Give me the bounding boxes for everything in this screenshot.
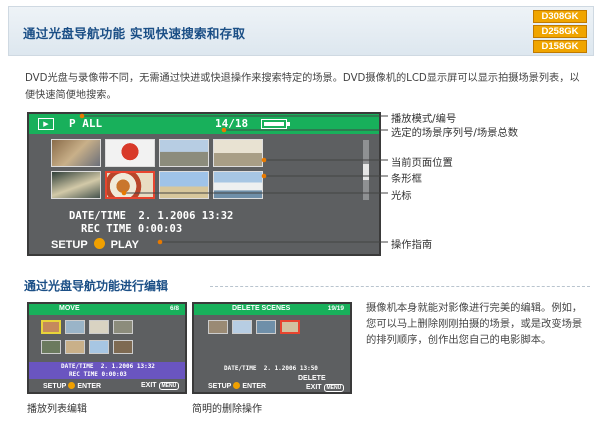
scene-thumbnail <box>89 320 109 334</box>
intro-paragraph: DVD光盘与录像带不同，无需通过快进或快退操作来搜索特定的场景。DVD摄像机的L… <box>25 73 580 101</box>
scene-thumbnail <box>213 171 263 199</box>
model-badge: D308GK <box>533 10 587 23</box>
guide-play-label: PLAY <box>110 239 139 251</box>
playlist-edit-screen: MOVE 6/8 DATE/TIME 2. 1.2006 13:32 REC T… <box>27 302 187 394</box>
scene-counter: 14/18 <box>215 117 249 130</box>
mini-counter: 19/19 <box>327 305 344 312</box>
scene-thumbnail-delete <box>280 320 300 334</box>
scene-thumbnail <box>51 171 101 199</box>
scene-thumbnail <box>159 171 209 199</box>
mini-guide: SETUP ENTER <box>43 382 102 390</box>
mini-date-time: DATE/TIME 2. 1.2006 13:32 <box>61 363 155 370</box>
mini-status-bar: MOVE 6/8 <box>29 304 185 315</box>
mini-mode-label: MOVE <box>59 305 80 312</box>
callout-cursor: 光标 <box>391 190 412 202</box>
scene-thumbnail <box>41 320 61 334</box>
scene-thumbnail <box>65 320 85 334</box>
mini-date-time: DATE/TIME 2. 1.2006 13:50 <box>224 365 318 372</box>
scene-thumbnail <box>65 340 85 354</box>
mini-mode-label: DELETE SCENES <box>232 305 291 312</box>
battery-icon <box>261 119 290 129</box>
rec-time-readout: REC TIME 0:00:03 <box>81 223 183 235</box>
guide-setup-label: SETUP <box>51 239 88 251</box>
scene-thumbnail <box>232 320 252 334</box>
mini-counter: 6/8 <box>169 305 179 312</box>
scene-thumbnail-cursor <box>105 171 155 199</box>
scene-thumbnail <box>41 340 61 354</box>
page-title: 通过光盘导航功能 实现快速搜索和存取 <box>23 26 246 41</box>
scene-thumbnail <box>51 139 101 167</box>
scene-thumbnail <box>113 340 133 354</box>
scene-thumbnail <box>105 139 155 167</box>
lcd-status-bar: ▶ P ALL 14/18 <box>29 114 379 134</box>
section-title: 通过光盘导航功能进行编辑 <box>24 279 169 293</box>
mini-exit: EXIT MENU <box>306 384 345 392</box>
delete-scenes-screen: DELETE SCENES 19/19 DATE/TIME 2. 1.2006 … <box>192 302 352 394</box>
callout-guide: 操作指南 <box>391 239 433 251</box>
model-badge: D258GK <box>533 25 587 38</box>
model-badges: D308GK D258GK D158GK <box>533 10 587 55</box>
page: 通过光盘导航功能 实现快速搜索和存取 D308GK D258GK D158GK … <box>0 0 602 428</box>
date-time-readout: DATE/TIME 2. 1.2006 13:32 <box>69 210 234 222</box>
scene-thumbnail <box>208 320 228 334</box>
caption-playlist-edit: 播放列表编辑 <box>27 404 87 415</box>
play-mode-label: P ALL <box>69 117 103 130</box>
scene-thumbnail <box>113 320 133 334</box>
header-banner: 通过光盘导航功能 实现快速搜索和存取 D308GK D258GK D158GK <box>8 6 594 56</box>
scene-thumbnail <box>89 340 109 354</box>
page-position-scrollbar <box>363 140 369 200</box>
scene-thumbnail <box>213 139 263 167</box>
section-paragraph: 摄像机本身就能对影像进行完美的编辑。例如，您可以马上删除刚刚拍摄的场景，或是改变… <box>366 302 583 346</box>
scene-thumbnail <box>159 139 209 167</box>
mini-guide: SETUP ENTER <box>208 382 267 390</box>
mini-exit: EXIT MENU <box>141 382 180 390</box>
joystick-icon <box>93 238 105 249</box>
scene-thumbnail <box>256 320 276 334</box>
mini-status-bar: DELETE SCENES 19/19 <box>194 304 350 315</box>
operation-guide: SETUP PLAY <box>51 238 139 251</box>
mini-delete-label: DELETE <box>298 375 326 382</box>
joystick-icon <box>68 382 76 389</box>
mini-rec-time: REC TIME 0:00:03 <box>69 371 127 378</box>
callout-bar: 条形框 <box>391 173 422 185</box>
lcd-screen-illustration: ▶ P ALL 14/18 DATE/TIME 2. 1.2006 13:32 … <box>27 112 381 256</box>
play-mode-icon: ▶ <box>38 118 54 130</box>
callout-selected: 选定的场景序列号/场景总数 <box>391 127 519 139</box>
model-badge: D158GK <box>533 40 587 53</box>
callout-mode: 播放模式/编号 <box>391 113 457 125</box>
callout-page-position: 当前页面位置 <box>391 157 453 169</box>
joystick-icon <box>233 382 241 389</box>
caption-delete: 简明的删除操作 <box>192 404 262 415</box>
section-divider <box>210 286 590 287</box>
